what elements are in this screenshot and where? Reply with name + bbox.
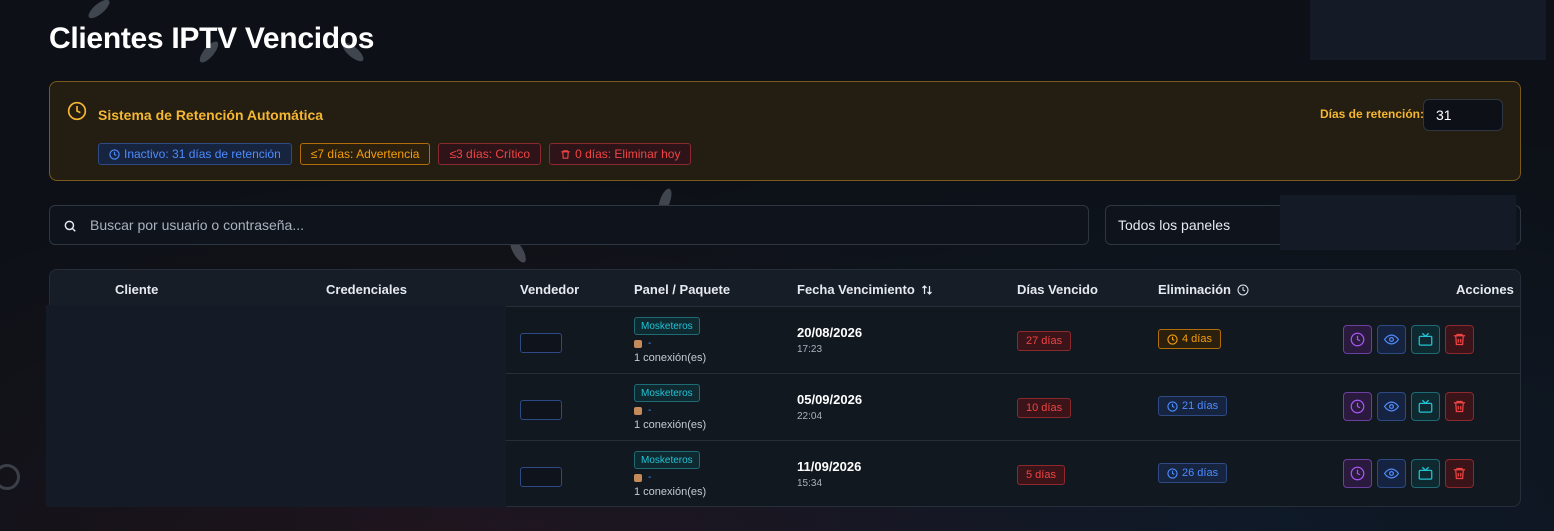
clock-icon bbox=[67, 101, 87, 121]
vendor-field[interactable] bbox=[520, 400, 562, 420]
table-header: Cliente Credenciales Vendedor Panel / Pa… bbox=[50, 270, 1520, 307]
eye-icon bbox=[1384, 334, 1399, 345]
side-logo bbox=[0, 464, 20, 490]
badge-critical: ≤3 días: Crítico bbox=[438, 143, 542, 165]
trash-icon bbox=[561, 149, 570, 159]
tv-icon bbox=[1418, 466, 1433, 480]
tv-button[interactable] bbox=[1411, 392, 1440, 421]
clock-icon bbox=[1167, 333, 1178, 345]
decorative-leaf bbox=[85, 0, 113, 22]
redacted-area bbox=[1280, 195, 1516, 250]
delete-button[interactable] bbox=[1445, 459, 1474, 488]
header-panel[interactable]: Panel / Paquete bbox=[634, 282, 730, 297]
trash-icon bbox=[1453, 333, 1466, 346]
redacted-area bbox=[46, 305, 506, 507]
delete-button[interactable] bbox=[1445, 392, 1474, 421]
days-expired-badge: 5 días bbox=[1017, 465, 1065, 485]
clock-icon bbox=[109, 148, 120, 160]
renew-button[interactable] bbox=[1343, 459, 1372, 488]
panel-tag: Mosketeros bbox=[634, 317, 700, 335]
connections: 1 conexión(es) bbox=[634, 352, 707, 364]
badge-label: ≤3 días: Crítico bbox=[449, 147, 531, 161]
panel-tag: Mosketeros bbox=[634, 451, 700, 469]
package-line: - bbox=[634, 472, 651, 483]
delete-button[interactable] bbox=[1445, 325, 1474, 354]
retention-badges: Inactivo: 31 días de retención ≤7 días: … bbox=[98, 143, 692, 165]
badge-label: ≤7 días: Advertencia bbox=[310, 147, 420, 161]
page-title: Clientes IPTV Vencidos bbox=[49, 22, 375, 55]
clock-icon bbox=[1237, 284, 1249, 295]
clock-icon bbox=[1350, 466, 1365, 481]
sort-icon[interactable] bbox=[921, 284, 933, 296]
deletion-badge: 21 días bbox=[1158, 396, 1228, 416]
tv-button[interactable] bbox=[1411, 325, 1440, 354]
vendor-field[interactable] bbox=[520, 333, 562, 353]
package-icon bbox=[634, 339, 642, 348]
header-acciones: Acciones bbox=[1456, 282, 1514, 297]
renew-button[interactable] bbox=[1343, 325, 1372, 354]
search-input[interactable] bbox=[90, 206, 1070, 244]
expiry-time: 17:23 bbox=[797, 344, 823, 355]
days-expired-badge: 10 días bbox=[1017, 398, 1072, 418]
header-dias[interactable]: Días Vencido bbox=[1017, 282, 1098, 297]
deletion-badge: 4 días bbox=[1158, 329, 1221, 349]
badge-warning: ≤7 días: Advertencia bbox=[299, 143, 431, 165]
vendor-field[interactable] bbox=[520, 467, 562, 487]
badge-inactive: Inactivo: 31 días de retención bbox=[98, 143, 292, 165]
header-eliminacion[interactable]: Eliminación bbox=[1158, 282, 1249, 297]
tv-icon bbox=[1418, 332, 1433, 346]
header-fecha[interactable]: Fecha Vencimiento bbox=[797, 282, 933, 297]
retention-days-input[interactable] bbox=[1423, 99, 1503, 131]
retention-panel: Sistema de Retención Automática Días de … bbox=[49, 81, 1521, 181]
clock-icon bbox=[1167, 467, 1178, 479]
expiry-date: 05/09/2026 bbox=[797, 392, 863, 407]
badge-label: 0 días: Eliminar hoy bbox=[575, 147, 681, 161]
header-cliente[interactable]: Cliente bbox=[115, 282, 158, 297]
eye-icon bbox=[1384, 401, 1399, 412]
tv-icon bbox=[1418, 399, 1433, 413]
package-line: - bbox=[634, 405, 651, 416]
package-icon bbox=[634, 406, 642, 415]
top-right-placeholder bbox=[1310, 0, 1546, 60]
row-actions bbox=[1343, 325, 1474, 354]
view-button[interactable] bbox=[1377, 325, 1406, 354]
expiry-time: 22:04 bbox=[797, 411, 823, 422]
connections: 1 conexión(es) bbox=[634, 419, 707, 431]
badge-label: Inactivo: 31 días de retención bbox=[124, 147, 281, 161]
search-icon bbox=[64, 220, 76, 232]
trash-icon bbox=[1453, 467, 1466, 480]
package-line: - bbox=[634, 338, 651, 349]
clock-icon bbox=[1350, 399, 1365, 414]
clock-icon bbox=[1350, 332, 1365, 347]
renew-button[interactable] bbox=[1343, 392, 1372, 421]
tv-button[interactable] bbox=[1411, 459, 1440, 488]
expiry-date: 20/08/2026 bbox=[797, 325, 863, 340]
row-actions bbox=[1343, 459, 1474, 488]
trash-icon bbox=[1453, 400, 1466, 413]
search-box bbox=[49, 205, 1089, 245]
deletion-badge: 26 días bbox=[1158, 463, 1228, 483]
days-expired-badge: 27 días bbox=[1017, 331, 1072, 351]
connections: 1 conexión(es) bbox=[634, 486, 707, 498]
expiry-date: 11/09/2026 bbox=[797, 459, 862, 474]
row-actions bbox=[1343, 392, 1474, 421]
view-button[interactable] bbox=[1377, 392, 1406, 421]
retention-days-label: Días de retención: bbox=[1319, 107, 1424, 121]
package-icon bbox=[634, 473, 642, 482]
header-credenciales[interactable]: Credenciales bbox=[326, 282, 407, 297]
header-vendedor[interactable]: Vendedor bbox=[520, 282, 579, 297]
clock-icon bbox=[1167, 400, 1178, 412]
panel-tag: Mosketeros bbox=[634, 384, 700, 402]
expiry-time: 15:34 bbox=[797, 478, 823, 489]
badge-delete-today: 0 días: Eliminar hoy bbox=[549, 143, 692, 165]
retention-title: Sistema de Retención Automática bbox=[98, 107, 324, 123]
view-button[interactable] bbox=[1377, 459, 1406, 488]
eye-icon bbox=[1384, 468, 1399, 479]
